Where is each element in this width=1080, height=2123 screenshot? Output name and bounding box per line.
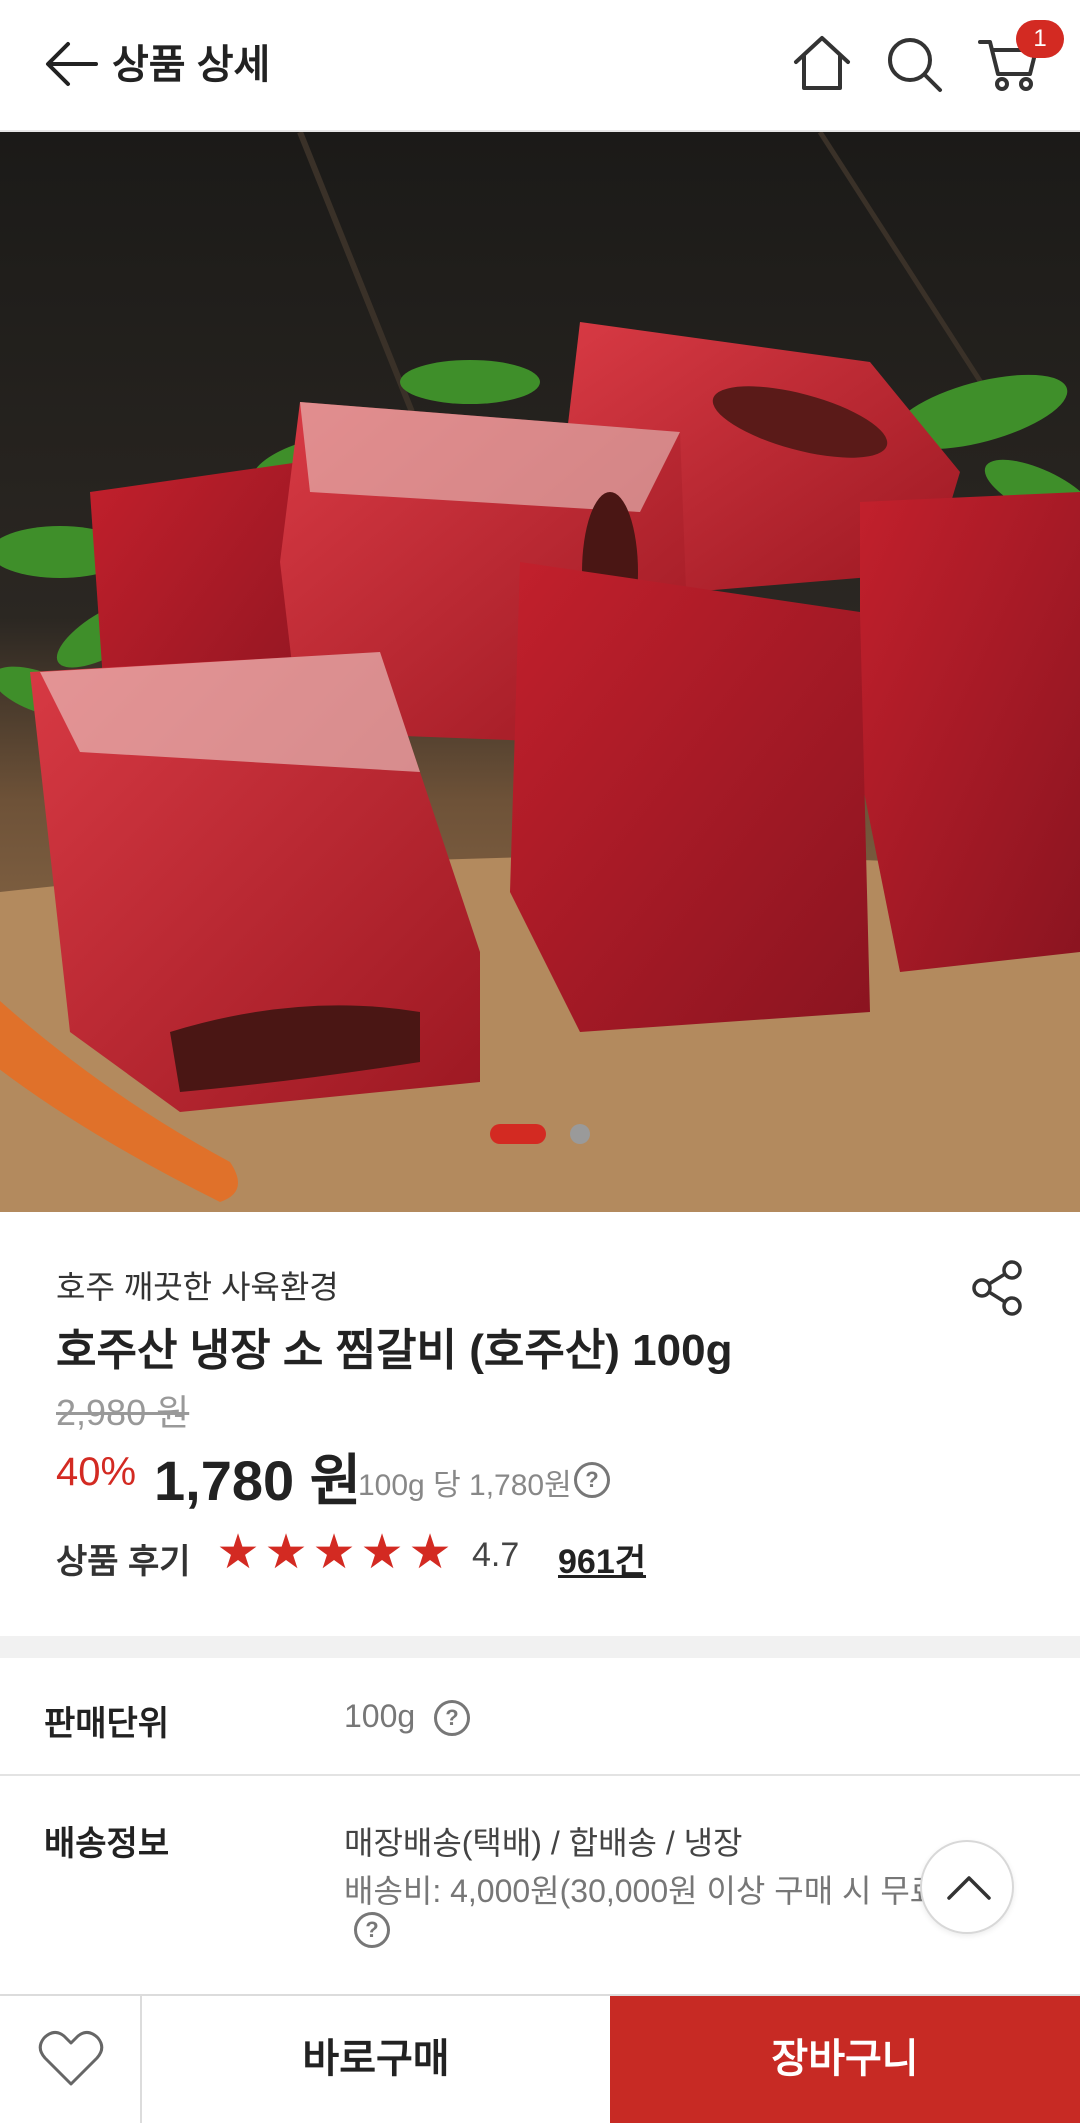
- rating-value: 4.7: [472, 1536, 520, 1574]
- home-icon[interactable]: [788, 30, 856, 98]
- help-icon[interactable]: ?: [434, 1700, 470, 1736]
- heart-icon: [38, 2031, 104, 2086]
- back-arrow-icon[interactable]: [40, 32, 104, 96]
- chevron-up-icon: [947, 1876, 991, 1900]
- add-to-cart-button[interactable]: 장바구니: [610, 1996, 1080, 2123]
- product-image[interactable]: [0, 132, 1080, 1212]
- pager-dot[interactable]: [570, 1124, 590, 1144]
- sale-price: 1,780 원: [154, 1449, 362, 1512]
- star-icon: ★: [360, 1526, 404, 1579]
- bottom-action-bar: 바로구매 장바구니: [0, 1994, 1080, 2123]
- delivery-fee: 배송비: 4,000원(30,000원 이상 구매 시 무료: [344, 1873, 940, 1909]
- rating-stars: ★ ★ ★ ★ ★: [214, 1528, 454, 1578]
- buy-now-button[interactable]: 바로구매: [142, 1996, 610, 2123]
- page-title: 상품 상세: [112, 43, 271, 87]
- star-icon: ★: [216, 1526, 260, 1579]
- scroll-top-button[interactable]: [920, 1840, 1014, 1934]
- help-icon[interactable]: ?: [354, 1912, 390, 1948]
- sale-unit-label: 판매단위: [44, 1705, 170, 1743]
- pager-dot-active[interactable]: [490, 1124, 546, 1144]
- section-separator: [0, 1636, 1080, 1658]
- help-icon[interactable]: ?: [574, 1462, 610, 1498]
- cart-count-badge: 1: [1016, 20, 1064, 58]
- unit-price: 100g 당 1,780원: [358, 1469, 572, 1502]
- star-icon: ★: [264, 1526, 308, 1579]
- review-label: 상품 후기: [56, 1543, 191, 1581]
- product-name: 호주산 냉장 소 찜갈비 (호주산) 100g: [56, 1326, 733, 1375]
- review-count-link[interactable]: 961건: [558, 1534, 646, 1583]
- wishlist-button[interactable]: [0, 1996, 142, 2123]
- row-divider: [0, 1774, 1080, 1776]
- star-icon: ★: [408, 1526, 452, 1579]
- product-brand: 호주 깨끗한 사육환경: [56, 1269, 339, 1305]
- delivery-label: 배송정보: [44, 1825, 170, 1863]
- delivery-value: 매장배송(택배) / 합배송 / 냉장: [344, 1825, 743, 1861]
- discount-rate: 40%: [56, 1450, 137, 1494]
- original-price: 2,980 원: [56, 1392, 190, 1433]
- sale-unit-value: 100g: [344, 1698, 416, 1734]
- share-icon[interactable]: [968, 1258, 1028, 1318]
- app-header: 상품 상세 1: [0, 0, 1080, 132]
- image-pager: [0, 1122, 1080, 1146]
- star-icon: ★: [312, 1526, 356, 1579]
- search-icon[interactable]: [880, 30, 948, 98]
